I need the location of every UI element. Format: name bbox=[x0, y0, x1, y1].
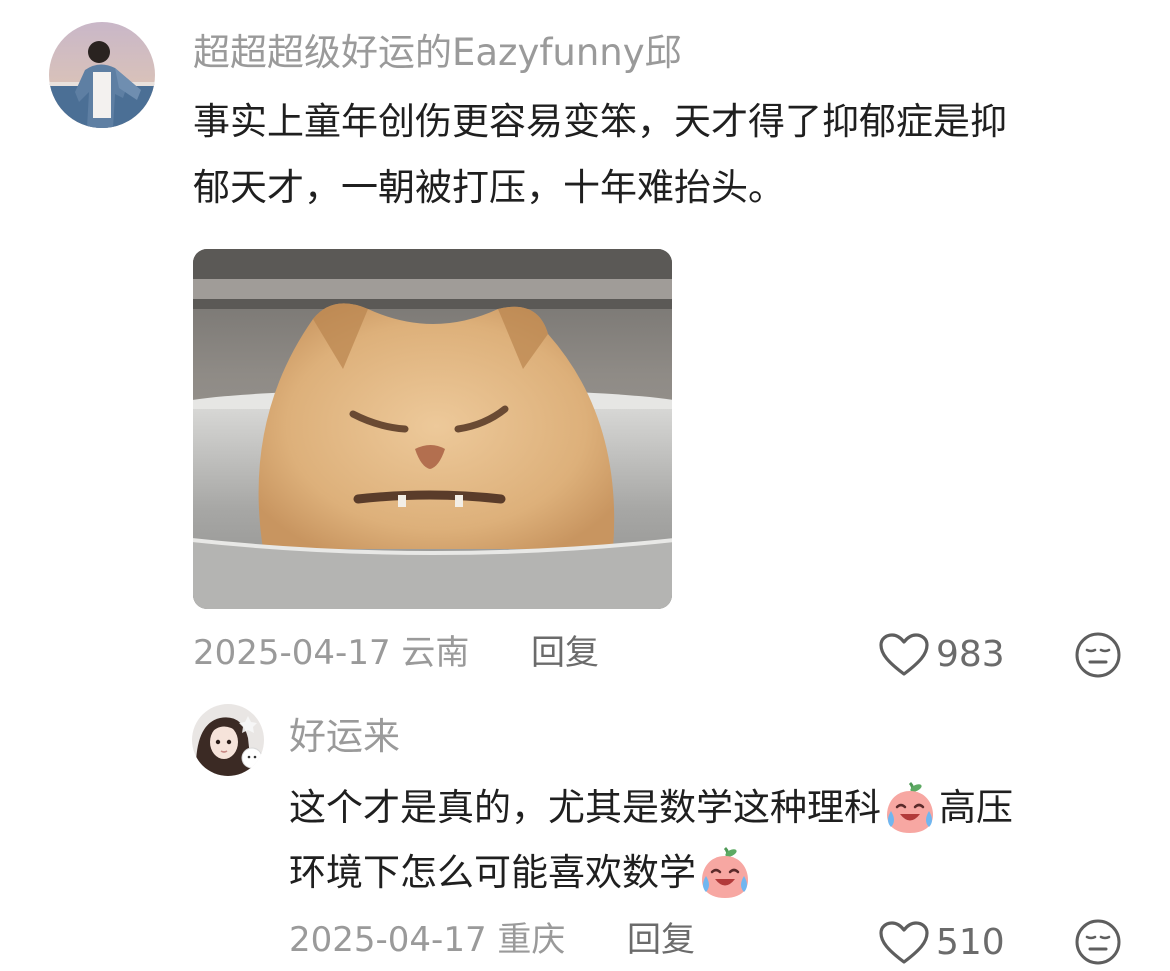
neutral-face-icon bbox=[1074, 918, 1122, 966]
reply-text-line-1: 这个才是真的，尤其是数学这种理科 高压 bbox=[289, 781, 1013, 835]
comment-like-count: 983 bbox=[936, 634, 1005, 675]
crying-laughing-emoji bbox=[698, 846, 752, 900]
reply-like-count: 510 bbox=[936, 922, 1005, 963]
comment-like-button[interactable]: 983 bbox=[878, 630, 1018, 680]
comment-username[interactable]: 超超超级好运的Eazyfunny邱 bbox=[193, 30, 682, 76]
reply-avatar[interactable] bbox=[192, 704, 264, 776]
reply-text-line-1-end: 高压 bbox=[939, 786, 1013, 829]
comment-image[interactable] bbox=[193, 249, 672, 609]
neutral-face-icon bbox=[1074, 631, 1122, 679]
reply-date-location: 2025-04-17 重庆 bbox=[289, 920, 566, 960]
heart-outline-icon bbox=[878, 920, 930, 966]
crying-laughing-emoji bbox=[883, 781, 937, 835]
reply-username[interactable]: 好运来 bbox=[289, 714, 400, 760]
avatar[interactable] bbox=[49, 22, 155, 128]
reply-reply-button[interactable]: 回复 bbox=[627, 918, 695, 962]
comment-date-location: 2025-04-17 云南 bbox=[193, 633, 470, 673]
comment-reply-button[interactable]: 回复 bbox=[531, 631, 599, 675]
reply-dislike-button[interactable] bbox=[1074, 918, 1122, 966]
reply-text-line-2: 环境下怎么可能喜欢数学 bbox=[289, 846, 752, 900]
comment-text-line-1: 事实上童年创伤更容易变笨，天才得了抑郁症是抑 bbox=[193, 100, 1007, 143]
heart-outline-icon bbox=[878, 632, 930, 678]
comment-text-line-2: 郁天才，一朝被打压，十年难抬头。 bbox=[193, 166, 785, 209]
comment-dislike-button[interactable] bbox=[1074, 631, 1122, 679]
reply-text-line-1-start: 这个才是真的，尤其是数学这种理科 bbox=[289, 786, 881, 829]
reply-text-line-2-text: 环境下怎么可能喜欢数学 bbox=[289, 851, 696, 894]
reply-like-button[interactable]: 510 bbox=[878, 918, 1018, 968]
